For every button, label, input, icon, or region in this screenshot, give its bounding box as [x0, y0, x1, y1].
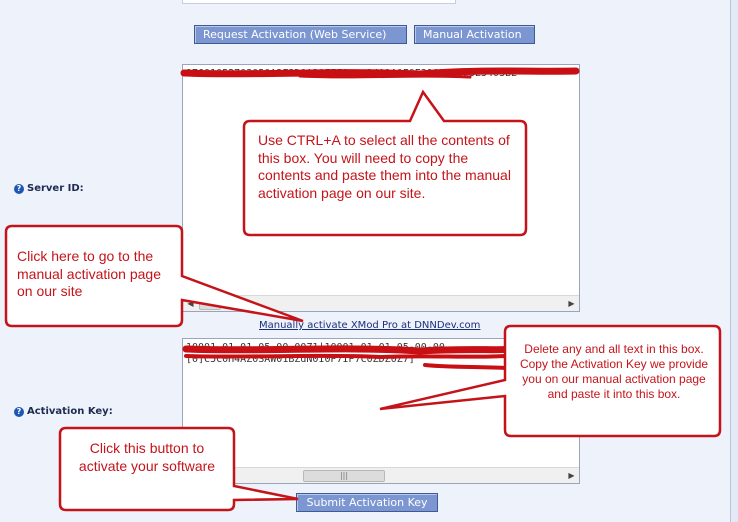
activation-key-redaction	[182, 345, 522, 371]
callout-select-all-text: Use CTRL+A to select all the contents of…	[258, 132, 511, 201]
server-id-redaction	[180, 67, 580, 79]
callout-click-here-text: Click here to go to the manual activatio…	[17, 248, 161, 299]
callout-click-button-text: Click this button to activate your softw…	[78, 440, 216, 474]
callout-delete-text-text: Delete any and all text in this box. Cop…	[519, 342, 709, 401]
